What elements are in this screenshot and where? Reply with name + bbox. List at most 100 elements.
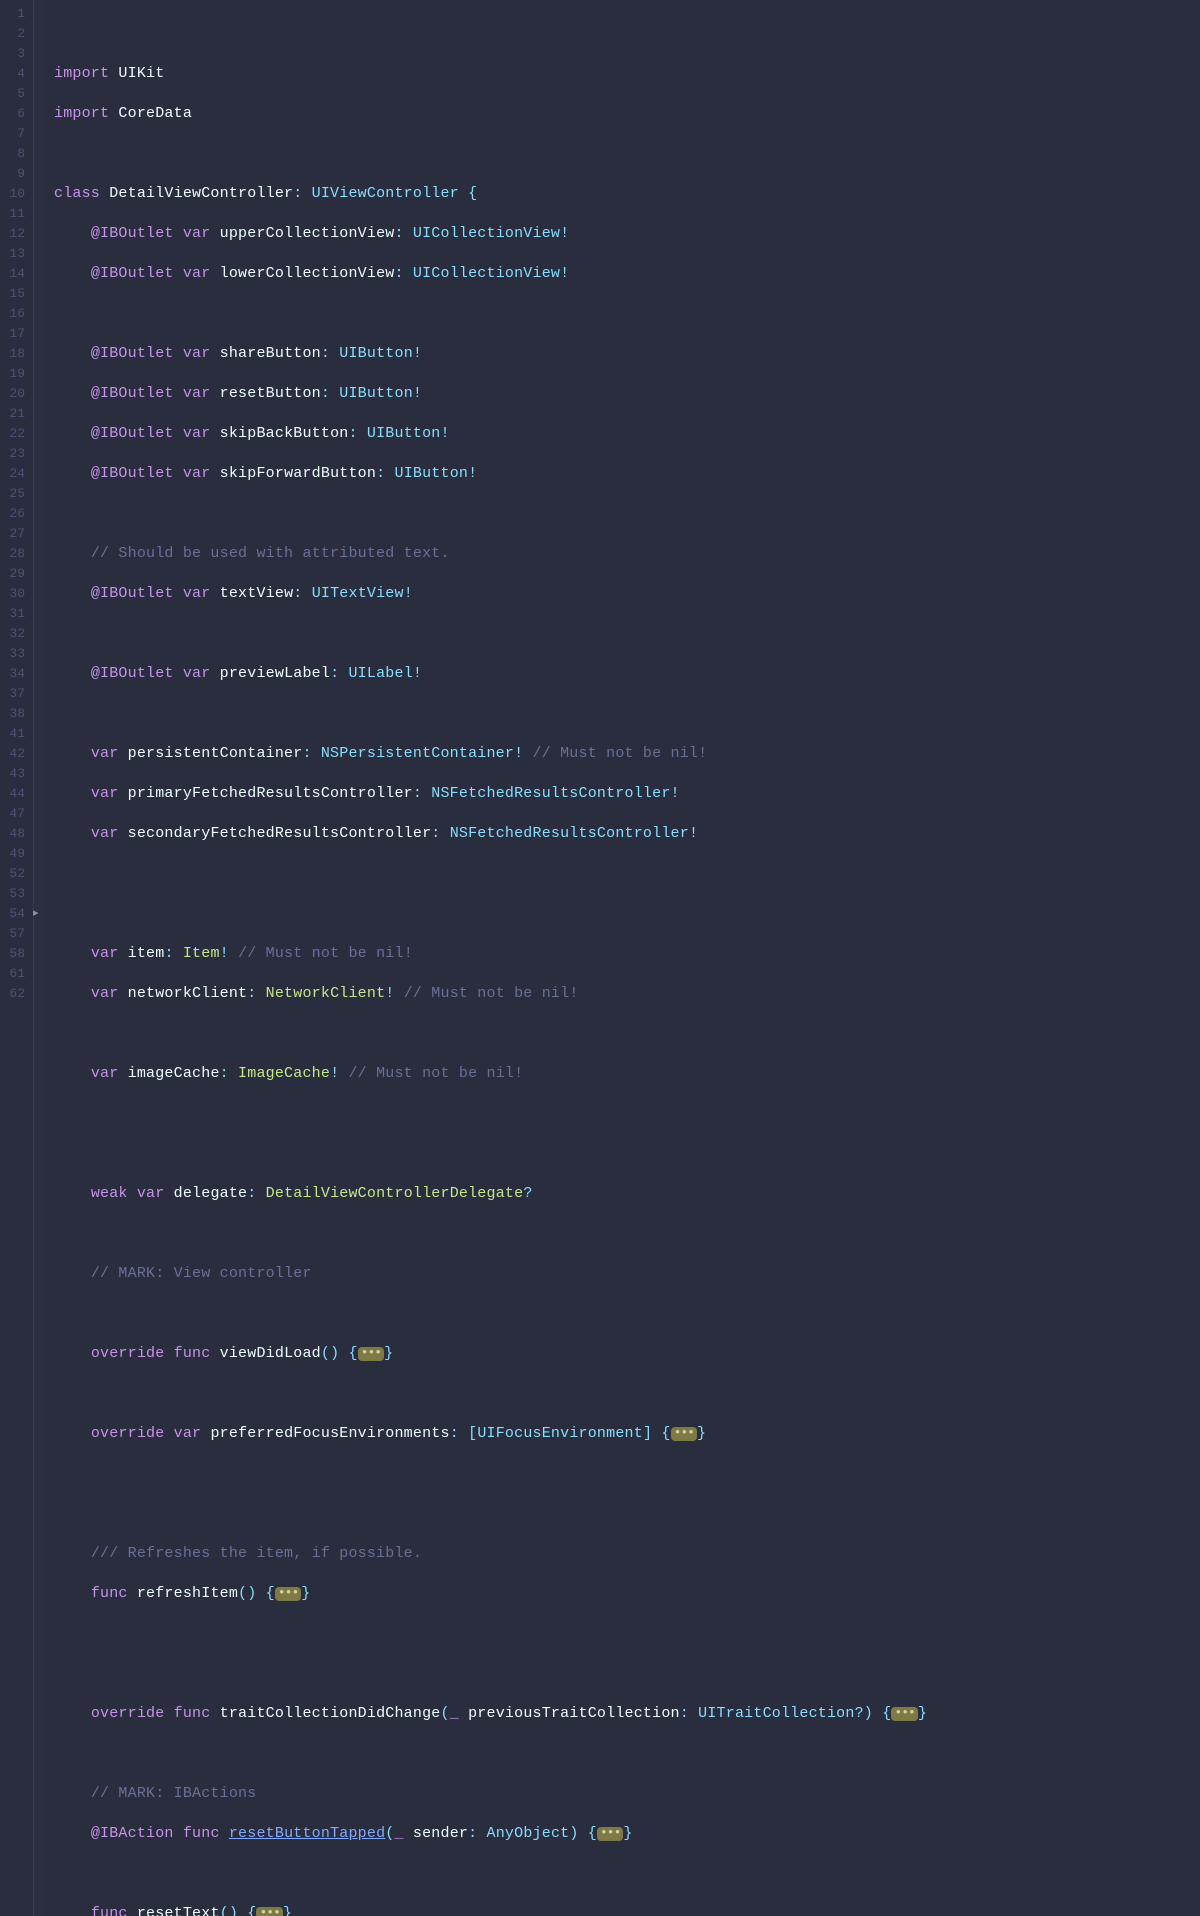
line-number[interactable]: 10 xyxy=(0,184,27,204)
line-number[interactable]: 27 xyxy=(0,524,27,544)
code-line[interactable] xyxy=(54,864,1200,884)
line-number[interactable]: 47 xyxy=(0,804,27,824)
code-line[interactable] xyxy=(54,1104,1200,1124)
code-line[interactable]: // Should be used with attributed text. xyxy=(54,544,1200,564)
line-number[interactable]: 32 xyxy=(0,624,27,644)
line-number[interactable]: 30 xyxy=(0,584,27,604)
code-line[interactable]: // MARK: View controller xyxy=(54,1264,1200,1284)
code-line[interactable]: var imageCache: ImageCache! // Must not … xyxy=(54,1064,1200,1084)
line-number[interactable]: 8 xyxy=(0,144,27,164)
code-line[interactable]: // MARK: IBActions xyxy=(54,1784,1200,1804)
line-number[interactable]: 29 xyxy=(0,564,27,584)
line-number[interactable]: 19 xyxy=(0,364,27,384)
fold-column[interactable]: ▸ xyxy=(34,0,44,1916)
code-line[interactable] xyxy=(54,1304,1200,1324)
line-number[interactable]: 13 xyxy=(0,244,27,264)
line-number[interactable]: 2 xyxy=(0,24,27,44)
code-line[interactable] xyxy=(54,1144,1200,1164)
code-line[interactable] xyxy=(54,1624,1200,1644)
code-area[interactable]: import UIKit import CoreData class Detai… xyxy=(44,0,1200,1916)
code-line[interactable]: override func viewDidLoad() {•••} xyxy=(54,1344,1200,1364)
line-number[interactable]: 1 xyxy=(0,4,27,24)
code-line[interactable] xyxy=(54,304,1200,324)
line-number[interactable]: 12 xyxy=(0,224,27,244)
code-line[interactable]: var persistentContainer: NSPersistentCon… xyxy=(54,744,1200,764)
code-line[interactable]: @IBOutlet var skipForwardButton: UIButto… xyxy=(54,464,1200,484)
line-number[interactable]: 17 xyxy=(0,324,27,344)
code-line[interactable] xyxy=(54,1744,1200,1764)
line-number[interactable]: 6 xyxy=(0,104,27,124)
line-number[interactable]: 18 xyxy=(0,344,27,364)
line-number[interactable]: 24 xyxy=(0,464,27,484)
line-number[interactable]: 5 xyxy=(0,84,27,104)
line-number[interactable]: 26 xyxy=(0,504,27,524)
code-line[interactable]: @IBOutlet var skipBackButton: UIButton! xyxy=(54,424,1200,444)
code-line[interactable]: @IBAction func resetButtonTapped(_ sende… xyxy=(54,1824,1200,1844)
code-line[interactable]: @IBOutlet var previewLabel: UILabel! xyxy=(54,664,1200,684)
code-line[interactable]: @IBOutlet var textView: UITextView! xyxy=(54,584,1200,604)
line-number[interactable]: 21 xyxy=(0,404,27,424)
code-line[interactable]: var primaryFetchedResultsController: NSF… xyxy=(54,784,1200,804)
code-line[interactable] xyxy=(54,624,1200,644)
code-line[interactable]: var networkClient: NetworkClient! // Mus… xyxy=(54,984,1200,1004)
code-line[interactable] xyxy=(54,1384,1200,1404)
code-line[interactable]: override func traitCollectionDidChange(_… xyxy=(54,1704,1200,1724)
line-number[interactable]: 15 xyxy=(0,284,27,304)
code-line[interactable]: @IBOutlet var resetButton: UIButton! xyxy=(54,384,1200,404)
code-fold-icon[interactable]: ••• xyxy=(671,1427,697,1441)
line-number[interactable]: 58 xyxy=(0,944,27,964)
line-number[interactable]: 53 xyxy=(0,884,27,904)
code-line[interactable]: func refreshItem() {•••} xyxy=(54,1584,1200,1604)
code-line[interactable] xyxy=(54,504,1200,524)
code-line[interactable]: class DetailViewController: UIViewContro… xyxy=(54,184,1200,204)
line-number[interactable]: 7 xyxy=(0,124,27,144)
line-number[interactable]: 4 xyxy=(0,64,27,84)
code-line[interactable]: @IBOutlet var shareButton: UIButton! xyxy=(54,344,1200,364)
code-fold-icon[interactable]: ••• xyxy=(597,1827,623,1841)
line-number[interactable]: 43 xyxy=(0,764,27,784)
line-number[interactable]: 9 xyxy=(0,164,27,184)
line-number[interactable]: 38 xyxy=(0,704,27,724)
code-line[interactable]: override var preferredFocusEnvironments:… xyxy=(54,1424,1200,1444)
code-fold-icon[interactable]: ••• xyxy=(275,1587,301,1601)
code-line[interactable]: import UIKit xyxy=(54,64,1200,84)
code-line[interactable]: @IBOutlet var upperCollectionView: UICol… xyxy=(54,224,1200,244)
line-number[interactable]: 23 xyxy=(0,444,27,464)
code-line[interactable] xyxy=(54,1664,1200,1684)
line-number[interactable]: 33 xyxy=(0,644,27,664)
line-number[interactable]: 49 xyxy=(0,844,27,864)
line-number[interactable]: 54 xyxy=(0,904,27,924)
breakpoint-marker-icon[interactable]: ▸ xyxy=(33,910,41,918)
code-line[interactable]: /// Refreshes the item, if possible. xyxy=(54,1544,1200,1564)
line-number[interactable]: 22 xyxy=(0,424,27,444)
code-fold-icon[interactable]: ••• xyxy=(358,1347,384,1361)
line-number[interactable]: 41 xyxy=(0,724,27,744)
line-number[interactable]: 25 xyxy=(0,484,27,504)
line-number[interactable]: 14 xyxy=(0,264,27,284)
line-number[interactable]: 57 xyxy=(0,924,27,944)
code-line[interactable]: var item: Item! // Must not be nil! xyxy=(54,944,1200,964)
line-number[interactable]: 16 xyxy=(0,304,27,324)
code-editor[interactable]: 1 2 3 4 5 6 7 8 9 10 11 12 13 14 15 16 1… xyxy=(0,0,1200,1916)
line-number[interactable]: 61 xyxy=(0,964,27,984)
code-fold-icon[interactable]: ••• xyxy=(256,1907,282,1916)
line-number[interactable]: 48 xyxy=(0,824,27,844)
code-line[interactable]: var secondaryFetchedResultsController: N… xyxy=(54,824,1200,844)
line-number[interactable]: 62 xyxy=(0,984,27,1004)
code-line[interactable] xyxy=(54,144,1200,164)
code-fold-icon[interactable]: ••• xyxy=(891,1707,917,1721)
code-line[interactable]: func resetText() {•••} xyxy=(54,1904,1200,1916)
line-number[interactable]: 37 xyxy=(0,684,27,704)
code-line[interactable]: weak var delegate: DetailViewControllerD… xyxy=(54,1184,1200,1204)
line-number[interactable]: 34 xyxy=(0,664,27,684)
code-line[interactable] xyxy=(54,904,1200,924)
code-line[interactable]: import CoreData xyxy=(54,104,1200,124)
line-number[interactable]: 52 xyxy=(0,864,27,884)
code-line[interactable] xyxy=(54,1224,1200,1244)
code-line[interactable] xyxy=(54,1464,1200,1484)
line-number-gutter[interactable]: 1 2 3 4 5 6 7 8 9 10 11 12 13 14 15 16 1… xyxy=(0,0,34,1916)
line-number[interactable]: 11 xyxy=(0,204,27,224)
line-number[interactable]: 42 xyxy=(0,744,27,764)
line-number[interactable]: 28 xyxy=(0,544,27,564)
code-line[interactable]: @IBOutlet var lowerCollectionView: UICol… xyxy=(54,264,1200,284)
